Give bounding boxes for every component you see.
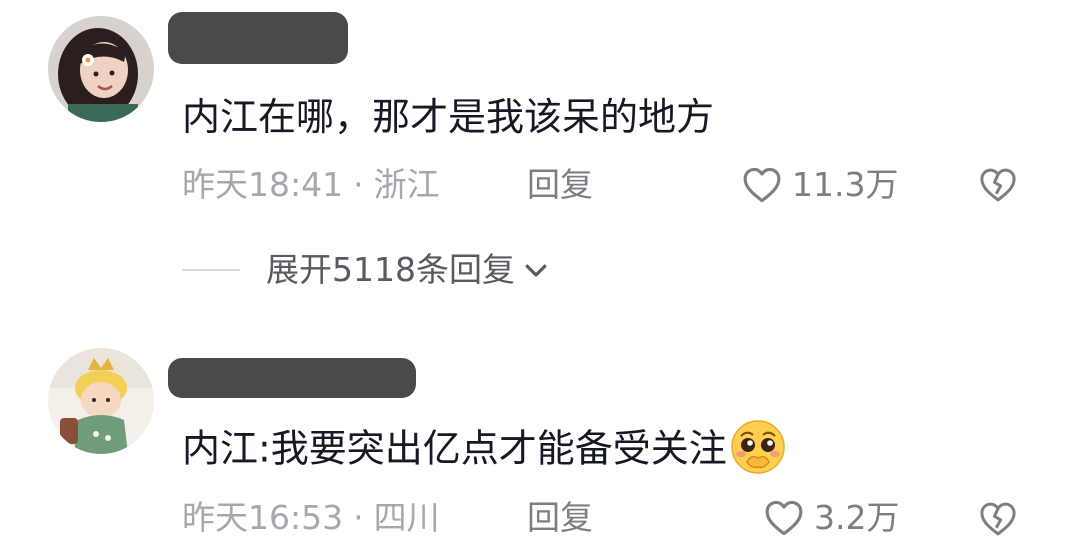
avatar-image bbox=[48, 16, 154, 122]
avatar-image bbox=[48, 348, 154, 454]
meta-separator: · bbox=[353, 165, 364, 204]
comment-meta: 昨天16:53 · 四川 bbox=[182, 496, 440, 540]
expand-replies-button[interactable]: 展开5118条回复 bbox=[182, 248, 551, 292]
heart-outline-icon bbox=[743, 167, 781, 203]
dislike-button[interactable] bbox=[977, 498, 1019, 540]
broken-heart-icon bbox=[980, 168, 1016, 202]
like-count: 11.3万 bbox=[792, 165, 899, 204]
avatar[interactable] bbox=[48, 348, 154, 454]
comment-time: 昨天16:53 bbox=[182, 498, 344, 537]
chevron-down-icon bbox=[525, 264, 547, 277]
expand-divider-line bbox=[182, 269, 240, 271]
comment-text: 内江:我要突出亿点才能备受关注 bbox=[182, 426, 727, 471]
pleading-face-emoji bbox=[729, 418, 787, 476]
comment-location: 四川 bbox=[373, 498, 440, 537]
meta-separator: · bbox=[353, 498, 364, 537]
username-redacted[interactable] bbox=[168, 12, 348, 64]
avatar[interactable] bbox=[48, 16, 154, 122]
like-button[interactable]: 3.2万 bbox=[762, 496, 899, 540]
reply-button[interactable]: 回复 bbox=[527, 496, 593, 540]
username-redacted[interactable] bbox=[168, 358, 416, 398]
expand-replies-label: 展开5118条回复 bbox=[266, 250, 515, 289]
heart-outline-icon bbox=[765, 500, 803, 536]
reply-button[interactable]: 回复 bbox=[527, 163, 593, 207]
pleading-face-icon bbox=[731, 420, 785, 474]
comment-item: 内江:我要突出亿点才能备受关注 昨天16:53 · 四川 回复 3.2万 bbox=[0, 330, 1080, 557]
broken-heart-icon bbox=[980, 502, 1016, 536]
comment-location: 浙江 bbox=[373, 165, 440, 204]
comment-item: 内江在哪，那才是我该呆的地方 昨天18:41 · 浙江 回复 11.3万 展开511… bbox=[0, 0, 1080, 320]
like-button[interactable]: 11.3万 bbox=[740, 163, 898, 207]
comment-meta: 昨天18:41 · 浙江 bbox=[182, 163, 440, 207]
dislike-button[interactable] bbox=[977, 164, 1019, 206]
like-count: 3.2万 bbox=[814, 498, 900, 537]
comment-text: 内江在哪，那才是我该呆的地方 bbox=[182, 95, 715, 139]
comment-time: 昨天18:41 bbox=[182, 165, 344, 204]
comment-text-line: 内江:我要突出亿点才能备受关注 bbox=[182, 420, 787, 480]
